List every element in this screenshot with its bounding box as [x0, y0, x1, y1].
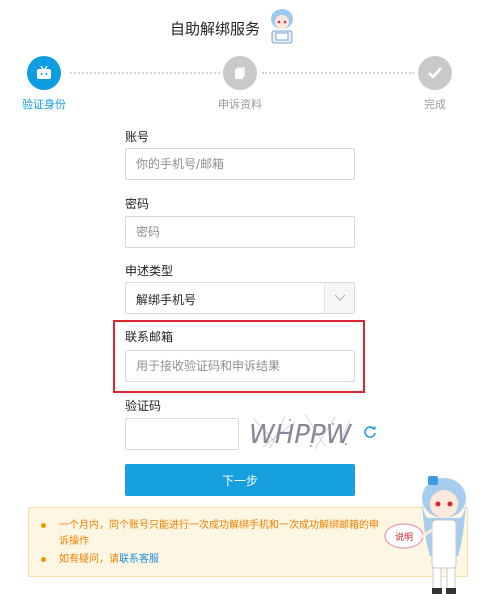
step-connector [70, 72, 220, 74]
refresh-icon[interactable] [363, 425, 377, 439]
account-label: 账号 [125, 130, 150, 144]
step-3-icon [418, 56, 452, 90]
mascot-illustration: 说明 [384, 476, 466, 594]
account-input[interactable] [125, 148, 355, 180]
bullet-icon [41, 557, 46, 562]
step-1-icon [27, 56, 61, 90]
notice-item: 一个月内，同个账号只能进行一次成功解绑手机和一次成功解绑邮箱的申诉操作 [41, 518, 381, 550]
page-title: 自助解绑服务 [170, 20, 261, 38]
tv-icon [37, 65, 51, 79]
step-3-label: 完成 [424, 98, 446, 111]
document-icon [235, 67, 245, 79]
step-2-icon [223, 56, 257, 90]
checkmark-icon [428, 67, 442, 79]
step-1-label: 验证身份 [22, 98, 66, 111]
captcha-text: WHPPW [249, 420, 353, 450]
appeal-type-value: 解绑手机号 [136, 293, 197, 307]
progress-steps: 验证身份 申诉资料 完成 [0, 52, 500, 114]
captcha-image[interactable]: WHPPW [245, 412, 357, 452]
captcha-label: 验证码 [125, 399, 162, 413]
password-input[interactable] [125, 216, 355, 248]
notice-item: 如有疑问，请联系客服 [41, 552, 381, 568]
step-2-label: 申诉资料 [218, 98, 262, 111]
contact-email-label: 联系邮箱 [125, 330, 174, 344]
chevron-down-icon[interactable] [324, 283, 354, 313]
mascot-illustration [271, 9, 293, 44]
bullet-icon [41, 523, 46, 528]
captcha-input[interactable] [125, 418, 239, 450]
step-connector [262, 72, 414, 74]
contact-support-link[interactable]: 联系客服 [119, 554, 159, 565]
appeal-type-select[interactable]: 解绑手机号 [125, 282, 355, 314]
next-step-button[interactable]: 下一步 [125, 464, 355, 496]
mascot-badge-text: 说明 [395, 531, 413, 543]
password-label: 密码 [125, 197, 150, 211]
contact-email-input[interactable] [125, 350, 355, 382]
appeal-type-label: 申述类型 [125, 264, 174, 278]
